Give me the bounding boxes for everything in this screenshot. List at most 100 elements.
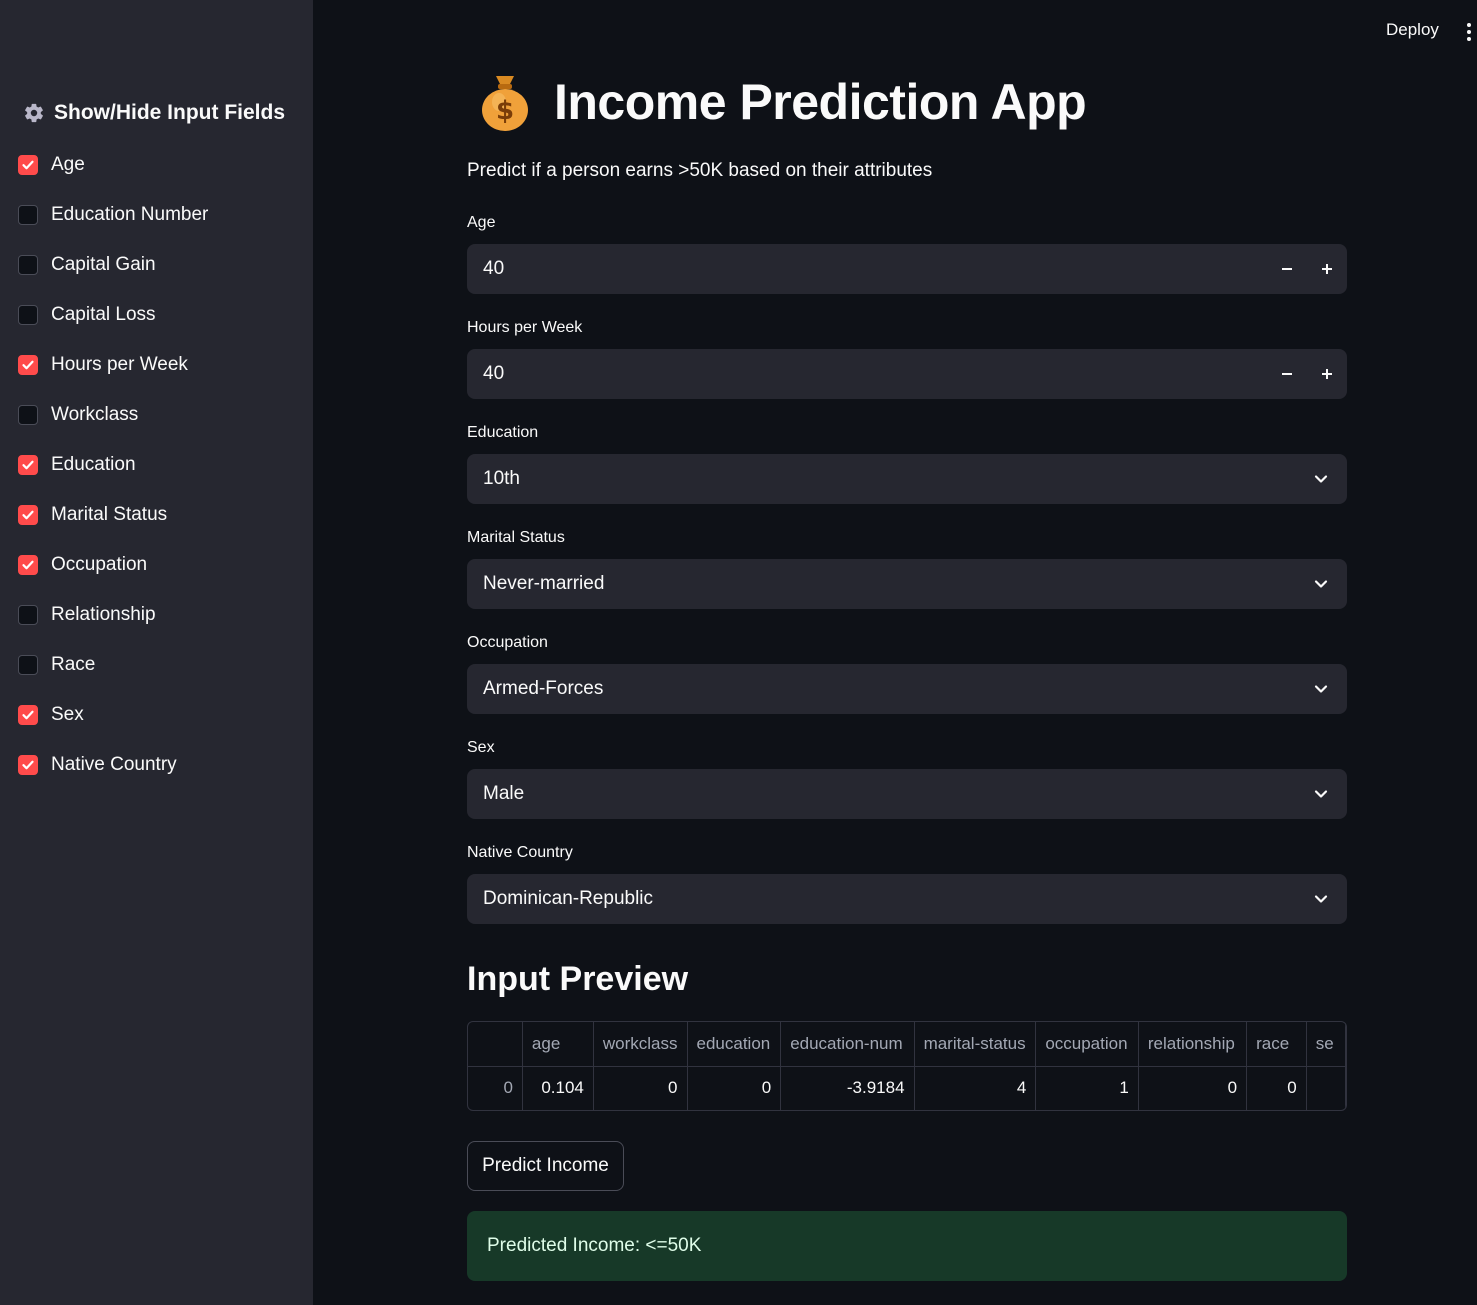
toggle-label: Hours per Week	[51, 354, 188, 375]
occupation-select[interactable]: Armed-Forces	[467, 664, 1347, 714]
age-value[interactable]: 40	[467, 258, 1267, 280]
increment-button[interactable]	[1307, 244, 1347, 294]
page-subtitle: Predict if a person earns >50K based on …	[467, 160, 933, 181]
toggle-hours-per-week[interactable]: Hours per Week	[18, 340, 208, 390]
toggle-label: Relationship	[51, 604, 156, 625]
sex-select[interactable]: Male	[467, 769, 1347, 819]
toggle-race[interactable]: Race	[18, 640, 208, 690]
checkbox-unchecked[interactable]	[18, 405, 38, 425]
money-bag-icon: $	[479, 72, 531, 132]
toggle-workclass[interactable]: Workclass	[18, 390, 208, 440]
chevron-down-icon[interactable]	[1301, 454, 1341, 504]
checkbox-checked[interactable]	[18, 755, 38, 775]
page-title: Income Prediction App	[554, 74, 1087, 130]
toggle-age[interactable]: Age	[18, 140, 208, 190]
field-toggle-list: Age Education Number Capital Gain Capita…	[18, 140, 208, 790]
toggle-education-number[interactable]: Education Number	[18, 190, 208, 240]
toggle-capital-loss[interactable]: Capital Loss	[18, 290, 208, 340]
toggle-label: Race	[51, 654, 96, 675]
kebab-menu-icon[interactable]	[1462, 21, 1476, 43]
sidebar-title: Show/Hide Input Fields	[22, 101, 285, 125]
education-select[interactable]: 10th	[467, 454, 1347, 504]
column-header[interactable]: workclass	[593, 1022, 688, 1067]
hours-label: Hours per Week	[467, 319, 583, 336]
native-country-value: Dominican-Republic	[483, 888, 654, 909]
age-label: Age	[467, 214, 496, 231]
toggle-education[interactable]: Education	[18, 440, 208, 490]
gear-icon	[22, 101, 46, 125]
toggle-relationship[interactable]: Relationship	[18, 590, 208, 640]
column-header[interactable]	[468, 1022, 523, 1067]
checkbox-checked[interactable]	[18, 155, 38, 175]
occupation-label: Occupation	[467, 634, 548, 651]
column-header[interactable]: race	[1246, 1022, 1307, 1067]
prediction-result-text: Predicted Income: <=50K	[487, 1235, 702, 1256]
toggle-label: Sex	[51, 704, 84, 725]
checkbox-checked[interactable]	[18, 455, 38, 475]
education-value: 10th	[483, 468, 520, 489]
checkbox-checked[interactable]	[18, 355, 38, 375]
table-cell[interactable]	[1306, 1066, 1346, 1110]
chevron-down-icon[interactable]	[1301, 874, 1341, 924]
decrement-button[interactable]	[1267, 244, 1307, 294]
table-cell[interactable]: 4	[914, 1066, 1037, 1110]
column-header[interactable]: marital-status	[914, 1022, 1037, 1067]
checkbox-checked[interactable]	[18, 555, 38, 575]
deploy-button[interactable]: Deploy	[1386, 20, 1439, 40]
native-country-label: Native Country	[467, 844, 573, 861]
toggle-label: Marital Status	[51, 504, 168, 525]
education-label: Education	[467, 424, 539, 441]
chevron-down-icon[interactable]	[1301, 769, 1341, 819]
sidebar-title-text: Show/Hide Input Fields	[54, 101, 285, 124]
table-cell[interactable]: 0	[1138, 1066, 1248, 1110]
decrement-button[interactable]	[1267, 349, 1307, 399]
toggle-label: Workclass	[51, 404, 139, 425]
table-cell[interactable]: 0.104	[522, 1066, 594, 1110]
column-header[interactable]: occupation	[1035, 1022, 1139, 1067]
checkbox-unchecked[interactable]	[18, 205, 38, 225]
table-cell[interactable]: 0	[687, 1066, 782, 1110]
column-header[interactable]: se	[1306, 1022, 1346, 1067]
input-preview-table[interactable]: age workclass education education-num ma…	[467, 1021, 1347, 1111]
toggle-sex[interactable]: Sex	[18, 690, 208, 740]
table-cell[interactable]: 0	[468, 1066, 523, 1110]
toggle-label: Age	[51, 154, 85, 175]
table-cell[interactable]: 0	[1246, 1066, 1307, 1110]
age-number-input[interactable]: 40	[467, 244, 1347, 294]
checkbox-checked[interactable]	[18, 505, 38, 525]
table-cell[interactable]: 0	[593, 1066, 688, 1110]
column-header[interactable]: education	[687, 1022, 782, 1067]
toggle-label: Native Country	[51, 754, 177, 775]
increment-button[interactable]	[1307, 349, 1347, 399]
marital-status-select[interactable]: Never-married	[467, 559, 1347, 609]
column-header[interactable]: relationship	[1138, 1022, 1248, 1067]
input-preview-heading: Input Preview	[467, 960, 689, 998]
hours-value[interactable]: 40	[467, 363, 1267, 385]
toggle-capital-gain[interactable]: Capital Gain	[18, 240, 208, 290]
toggle-marital-status[interactable]: Marital Status	[18, 490, 208, 540]
checkbox-unchecked[interactable]	[18, 305, 38, 325]
predict-income-button[interactable]: Predict Income	[467, 1141, 624, 1191]
toggle-label: Occupation	[51, 554, 148, 575]
checkbox-unchecked[interactable]	[18, 655, 38, 675]
prediction-result-alert: Predicted Income: <=50K	[467, 1211, 1347, 1281]
occupation-value: Armed-Forces	[483, 678, 604, 699]
checkbox-checked[interactable]	[18, 705, 38, 725]
toggle-native-country[interactable]: Native Country	[18, 740, 208, 790]
checkbox-unchecked[interactable]	[18, 255, 38, 275]
column-header[interactable]: education-num	[780, 1022, 915, 1067]
native-country-select[interactable]: Dominican-Republic	[467, 874, 1347, 924]
hours-number-input[interactable]: 40	[467, 349, 1347, 399]
table-header-row: age workclass education education-num ma…	[468, 1022, 1346, 1067]
chevron-down-icon[interactable]	[1301, 664, 1341, 714]
column-header[interactable]: age	[522, 1022, 594, 1067]
checkbox-unchecked[interactable]	[18, 605, 38, 625]
toggle-occupation[interactable]: Occupation	[18, 540, 208, 590]
chevron-down-icon[interactable]	[1301, 559, 1341, 609]
table-cell[interactable]: -3.9184	[780, 1066, 915, 1110]
page-header: $ Income Prediction App	[479, 72, 1087, 132]
toggle-label: Capital Loss	[51, 304, 156, 325]
table-cell[interactable]: 1	[1035, 1066, 1139, 1110]
svg-text:$: $	[496, 96, 514, 126]
marital-status-label: Marital Status	[467, 529, 565, 546]
